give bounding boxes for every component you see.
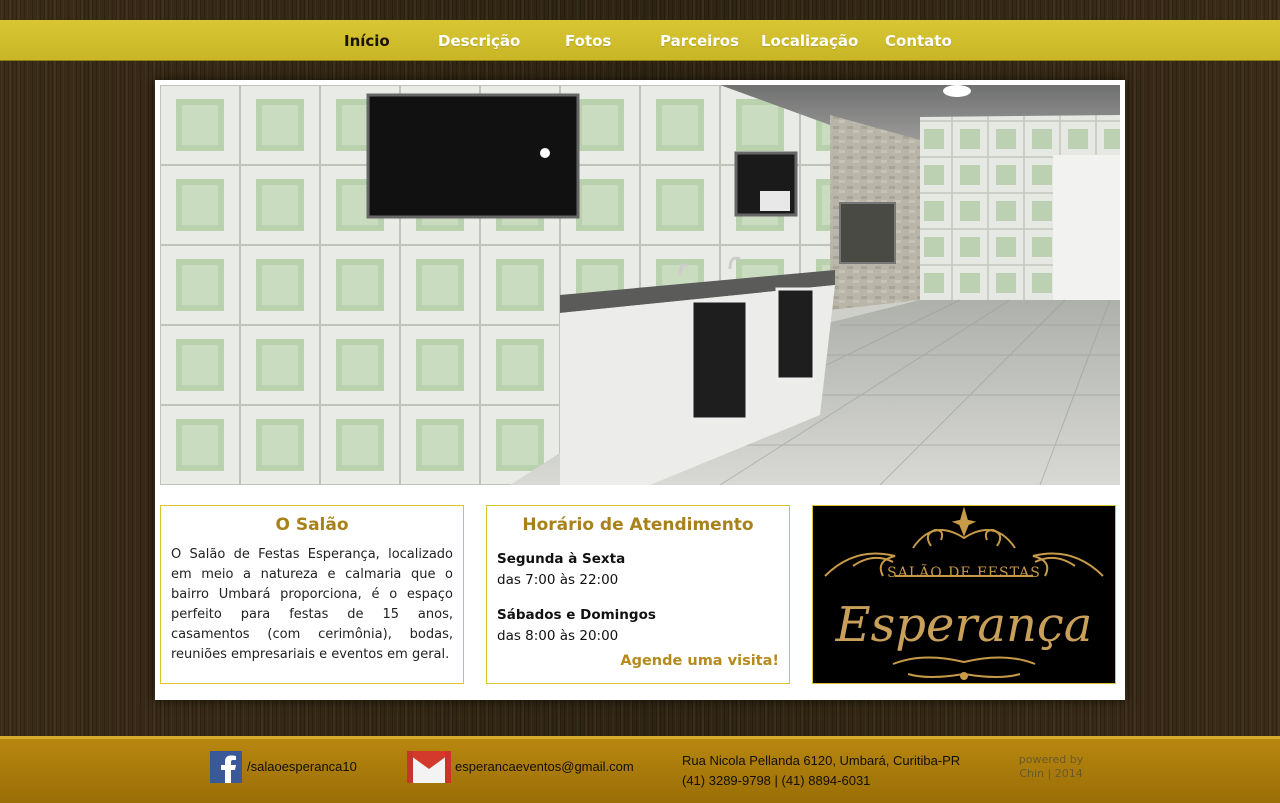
nav-descricao[interactable]: Descrição [438, 20, 520, 60]
logo-subtitle: SALÃO DE FESTAS [887, 563, 1041, 581]
nav-inicio[interactable]: Início [344, 20, 390, 60]
salao-box: O Salão O Salão de Festas Esperança, loc… [160, 505, 464, 684]
logo-box: SALÃO DE FESTAS Esperança [812, 505, 1116, 684]
nav-fotos[interactable]: Fotos [565, 20, 611, 60]
schedule-time-weekdays: das 7:00 às 22:00 [497, 572, 619, 588]
powered-by: powered by Chin | 2014 [1012, 753, 1090, 781]
schedule-days-weekdays: Segunda à Sexta [497, 551, 626, 567]
nav-parceiros[interactable]: Parceiros [660, 20, 739, 60]
email-icon[interactable] [407, 751, 451, 783]
hero-photo [160, 85, 1120, 485]
logo-title: Esperança [835, 597, 1093, 653]
footer-phones: (41) 3289-9798 | (41) 8894-6031 [682, 773, 871, 788]
kitchen-illustration [160, 85, 1120, 485]
salao-description: O Salão de Festas Esperança, localizado … [171, 547, 453, 662]
ornament-icon [824, 506, 1104, 680]
facebook-link[interactable]: /salaoesperanca10 [247, 759, 357, 774]
content-card: O Salão O Salão de Festas Esperança, loc… [155, 80, 1125, 700]
horario-box: Horário de Atendimento Segunda à Sexta d… [486, 505, 790, 684]
schedule: Segunda à Sexta das 7:00 às 22:00 Sábado… [497, 549, 779, 647]
footer-address: Rua Nicola Pellanda 6120, Umbará, Curiti… [682, 753, 961, 768]
horario-title: Horário de Atendimento [522, 515, 754, 535]
main-nav: Início Descrição Fotos Parceiros Localiz… [0, 20, 1280, 61]
facebook-icon[interactable] [210, 751, 242, 783]
email-link[interactable]: esperancaeventos@gmail.com [455, 759, 634, 774]
salao-title: O Salão [275, 515, 349, 535]
schedule-visit-link[interactable]: Agende uma visita! [620, 653, 779, 669]
footer: /salaoesperanca10 esperancaeventos@gmail… [0, 736, 1280, 803]
powered-by-credit: Chin | 2014 [1019, 767, 1083, 780]
nav-localizacao[interactable]: Localização [761, 20, 858, 60]
schedule-days-weekend: Sábados e Domingos [497, 607, 656, 623]
esperanca-logo: SALÃO DE FESTAS Esperança [824, 506, 1104, 680]
schedule-time-weekend: das 8:00 às 20:00 [497, 628, 619, 644]
powered-by-label: powered by [1018, 753, 1084, 766]
nav-contato[interactable]: Contato [885, 20, 952, 60]
